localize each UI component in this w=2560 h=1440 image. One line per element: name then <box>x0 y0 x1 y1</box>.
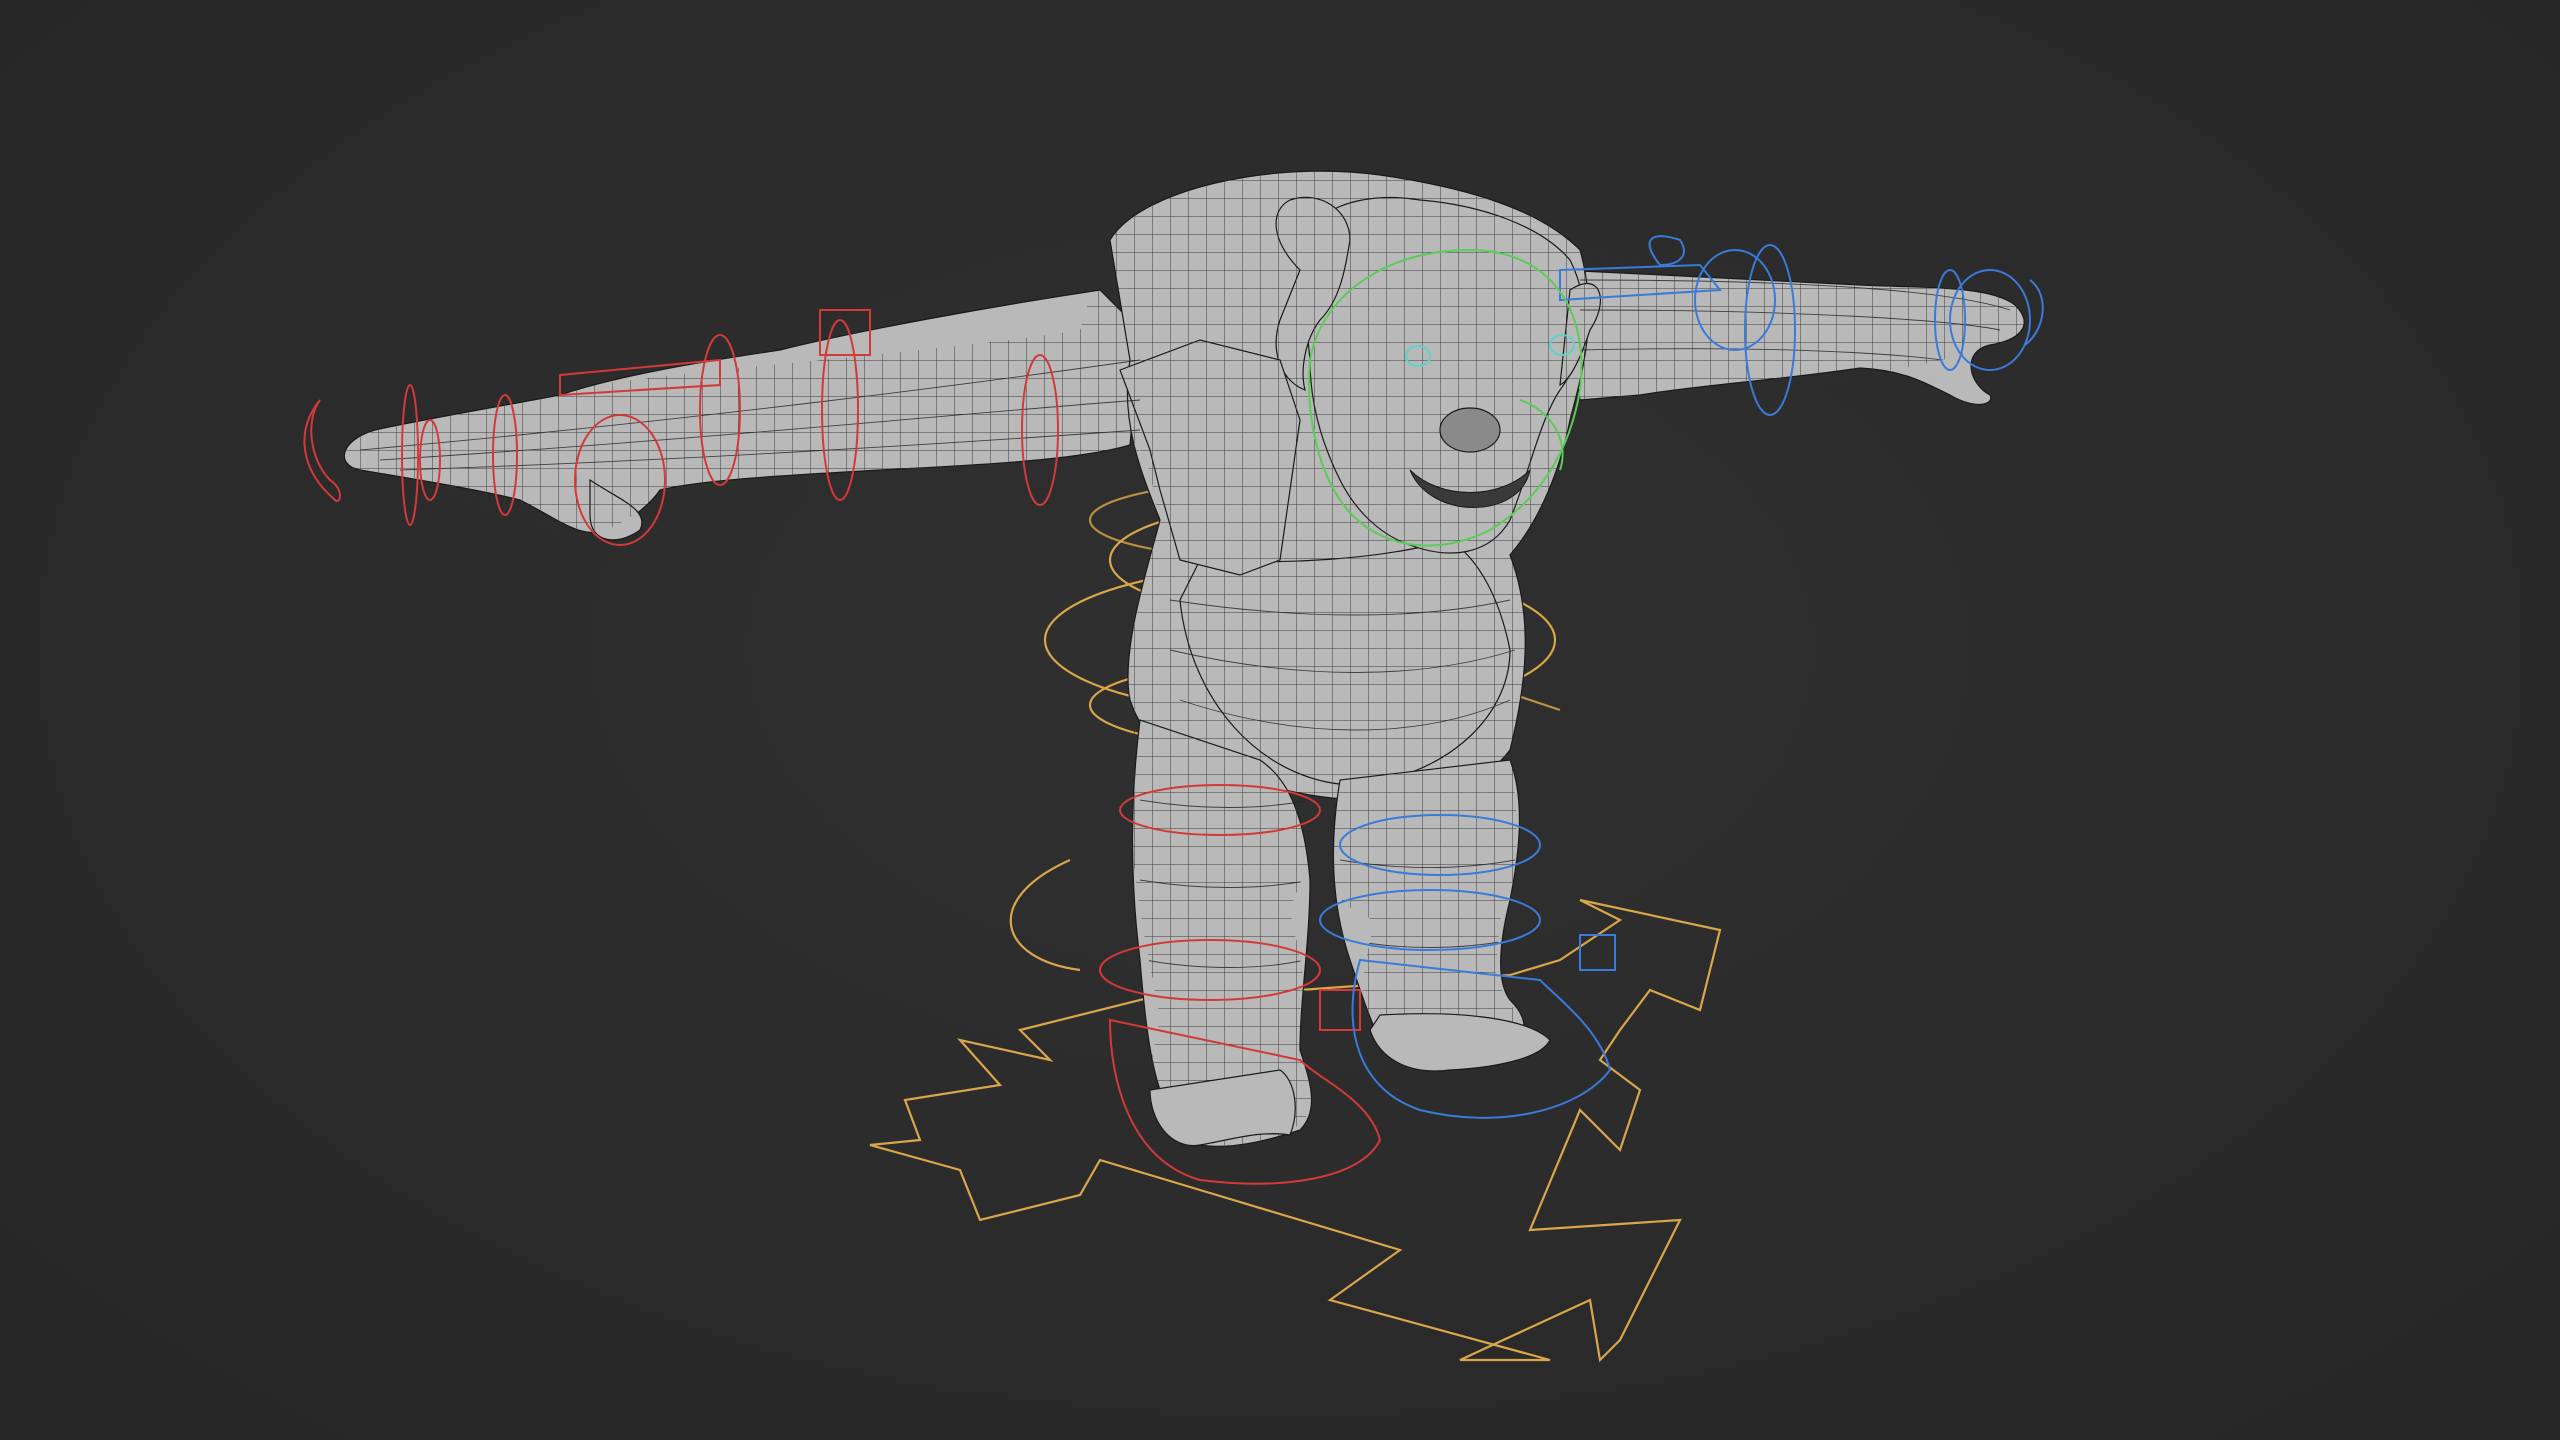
viewport-scene[interactable] <box>0 0 2560 1440</box>
3d-viewport[interactable] <box>0 0 2560 1440</box>
character-mesh[interactable] <box>0 0 2560 1440</box>
snout <box>1439 407 1501 453</box>
wireframe-overlay <box>321 171 2028 1146</box>
